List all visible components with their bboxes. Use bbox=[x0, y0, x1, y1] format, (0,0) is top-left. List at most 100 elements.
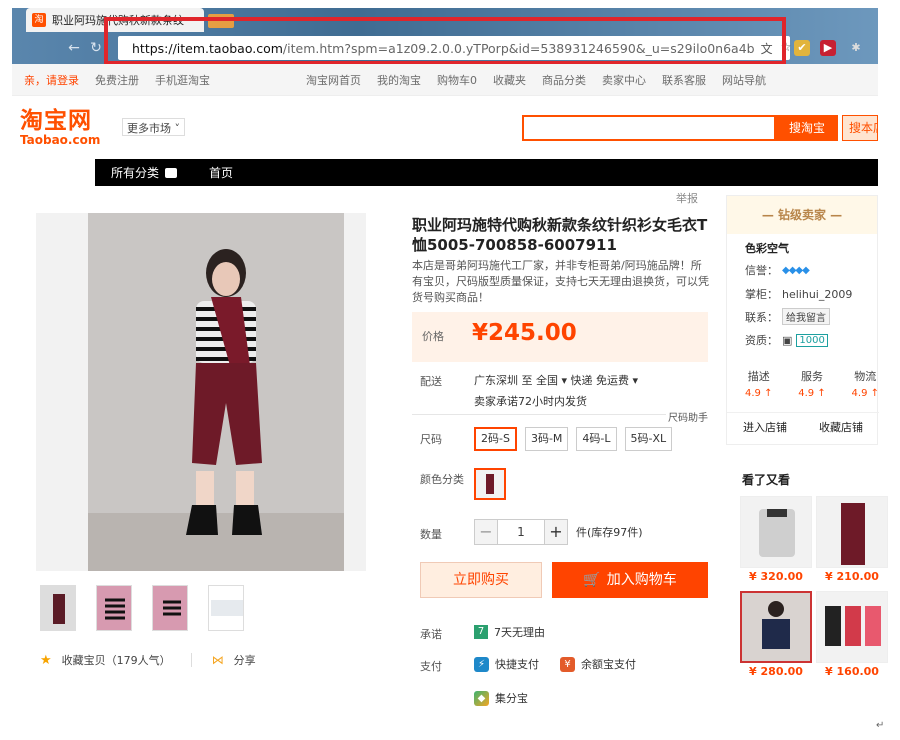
product-thumbnail bbox=[740, 496, 812, 568]
seller-links: 进入店铺 收藏店铺 bbox=[727, 412, 879, 435]
jifen-pay: ◆ 集分宝 bbox=[474, 690, 528, 706]
promise-badge: 7 7天无理由 bbox=[474, 624, 545, 640]
mobile-link[interactable]: 手机逛淘宝 bbox=[155, 72, 210, 88]
extension-check-icon[interactable]: ✔ bbox=[794, 40, 810, 56]
seven-day-icon: 7 bbox=[474, 625, 488, 639]
product-thumbnail bbox=[816, 591, 888, 663]
favorite-product-link[interactable]: 收藏宝贝（179人气） bbox=[62, 652, 171, 668]
extension-red-icon[interactable]: ▶ bbox=[820, 40, 836, 56]
divider bbox=[412, 414, 708, 415]
home-link[interactable]: 淘宝网首页 bbox=[306, 72, 361, 88]
color-swatch[interactable] bbox=[474, 468, 506, 500]
keeper-name[interactable]: helihui_2009 bbox=[782, 288, 852, 301]
product-title: 职业阿玛施特代购秋新款条纹针织衫女毛衣T恤5005-700858-6007911 bbox=[412, 216, 708, 254]
favorites-link[interactable]: 收藏夹 bbox=[493, 72, 526, 88]
deposit-badge[interactable]: 1000 bbox=[796, 333, 828, 347]
seller-center-link[interactable]: 卖家中心 bbox=[602, 72, 646, 88]
ship-promise: 卖家承诺72小时内发货 bbox=[474, 395, 587, 408]
shipping-options[interactable]: 广东深圳 至 全国 ▾ 快递 免运费 ▾ bbox=[474, 372, 638, 388]
promise-label: 承诺 bbox=[420, 628, 442, 641]
extension-gear-icon[interactable]: ✱ bbox=[848, 40, 864, 56]
score-logistics: 物流 4.9 ↑ bbox=[851, 370, 879, 399]
product-thumbnail bbox=[740, 591, 812, 663]
enter-shop-link[interactable]: 进入店铺 bbox=[743, 419, 787, 435]
size-option-xl[interactable]: 5码-XL bbox=[624, 427, 673, 451]
thumbnail-strip bbox=[40, 585, 244, 631]
also-viewed-item[interactable]: ¥ 210.00 bbox=[816, 496, 888, 583]
taobao-logo[interactable]: 淘宝网 Taobao.com bbox=[20, 108, 100, 146]
service-link[interactable]: 联系客服 bbox=[662, 72, 706, 88]
size-options: 2码-S 3码-M 4码-L 5码-XL bbox=[474, 427, 673, 451]
quick-pay: ⚡ 快捷支付 bbox=[474, 656, 539, 672]
also-viewed-title: 看了又看 bbox=[742, 473, 791, 487]
quick-pay-icon: ⚡ bbox=[474, 656, 489, 672]
search-taobao-button[interactable]: 搜淘宝 bbox=[776, 115, 838, 141]
score-desc: 描述 4.9 ↑ bbox=[745, 370, 773, 399]
qty-input[interactable]: 1 bbox=[498, 519, 544, 545]
cart-link[interactable]: 购物车0 bbox=[437, 72, 477, 88]
login-link[interactable]: 亲，请登录 bbox=[24, 72, 79, 88]
share-icon: ⋈ bbox=[211, 653, 224, 667]
also-viewed-item[interactable]: ¥ 160.00 bbox=[816, 591, 888, 678]
size-option-s[interactable]: 2码-S bbox=[474, 427, 517, 451]
add-to-cart-button[interactable]: 🛒 加入购物车 bbox=[552, 562, 708, 598]
cart-icon: 🛒 bbox=[583, 572, 601, 588]
stock-text: 件(库存97件) bbox=[576, 526, 643, 539]
taobao-favicon-icon: 淘 bbox=[32, 13, 46, 27]
also-viewed-grid: ¥ 320.00 ¥ 210.00 ¥ 280.00 ¥ 160.00 bbox=[740, 496, 888, 678]
ship-label: 配送 bbox=[420, 375, 442, 388]
search-input[interactable] bbox=[522, 115, 776, 141]
qty-minus-button[interactable]: − bbox=[474, 519, 498, 545]
nav-home-link[interactable]: 首页 bbox=[195, 164, 233, 181]
qty-plus-button[interactable]: + bbox=[544, 519, 568, 545]
star-icon: ★ bbox=[40, 652, 52, 668]
report-link[interactable]: 举报 bbox=[676, 190, 698, 206]
price-value: ¥245.00 bbox=[472, 320, 577, 346]
shop-scores: 描述 4.9 ↑ 服务 4.9 ↑ 物流 4.9 ↑ bbox=[745, 368, 879, 399]
share-link[interactable]: 分享 bbox=[234, 652, 256, 668]
qty-label: 数量 bbox=[420, 528, 442, 541]
thumbnail[interactable] bbox=[208, 585, 244, 631]
yuebao-pay: ¥ 余额宝支付 bbox=[560, 656, 636, 672]
keeper-row: 掌柜： helihui_2009 bbox=[745, 287, 853, 302]
category-nav: 所有分类 首页 bbox=[95, 159, 878, 186]
product-main-image[interactable] bbox=[36, 213, 366, 571]
seller-level: — 钻级卖家 — bbox=[727, 196, 877, 234]
shop-name[interactable]: 色彩空气 bbox=[745, 240, 789, 256]
size-option-l[interactable]: 4码-L bbox=[576, 427, 617, 451]
size-label: 尺码 bbox=[420, 433, 442, 446]
size-option-m[interactable]: 3码-M bbox=[524, 427, 569, 451]
also-viewed-item[interactable]: ¥ 280.00 bbox=[740, 591, 812, 678]
credit-row: 信誉： ◆◆◆◆ bbox=[745, 264, 810, 277]
pay-label: 支付 bbox=[420, 660, 442, 673]
more-market-dropdown[interactable]: 更多市场 ˅ bbox=[122, 118, 185, 136]
color-label: 颜色分类 bbox=[420, 473, 464, 486]
also-viewed-item[interactable]: ¥ 320.00 bbox=[740, 496, 812, 583]
diamond-icon: ◆◆◆◆ bbox=[782, 264, 810, 276]
buy-now-button[interactable]: 立即购买 bbox=[420, 562, 542, 598]
thumbnail[interactable] bbox=[96, 585, 132, 631]
product-thumbnail bbox=[816, 496, 888, 568]
menu-icon bbox=[165, 167, 178, 178]
size-helper-link[interactable]: 尺码助手 bbox=[666, 409, 710, 424]
qualification-row: 资质： ▣ 1000 bbox=[745, 332, 828, 348]
refresh-icon[interactable]: ↻ bbox=[88, 40, 104, 56]
annotation-highlight-box bbox=[104, 17, 786, 65]
categories-link[interactable]: 商品分类 bbox=[542, 72, 586, 88]
thumbnail[interactable] bbox=[152, 585, 188, 631]
search-shop-button[interactable]: 搜本店 bbox=[842, 115, 878, 141]
divider bbox=[190, 653, 192, 667]
paragraph-mark-icon: ↵ bbox=[876, 720, 885, 731]
yuebao-icon: ¥ bbox=[560, 656, 575, 672]
back-arrow-icon[interactable]: ← bbox=[66, 40, 82, 56]
id-card-icon: ▣ bbox=[782, 333, 793, 347]
register-link[interactable]: 免费注册 bbox=[95, 72, 139, 88]
my-taobao-link[interactable]: 我的淘宝 bbox=[377, 72, 421, 88]
price-label: 价格 bbox=[422, 330, 444, 343]
favorite-shop-link[interactable]: 收藏店铺 bbox=[819, 419, 863, 435]
leave-message-button[interactable]: 给我留言 bbox=[782, 308, 830, 325]
sitemap-link[interactable]: 网站导航 bbox=[722, 72, 766, 88]
all-categories-menu[interactable]: 所有分类 bbox=[95, 164, 195, 181]
thumbnail[interactable] bbox=[40, 585, 76, 631]
quantity-stepper: − 1 + 件(库存97件) bbox=[474, 519, 643, 545]
